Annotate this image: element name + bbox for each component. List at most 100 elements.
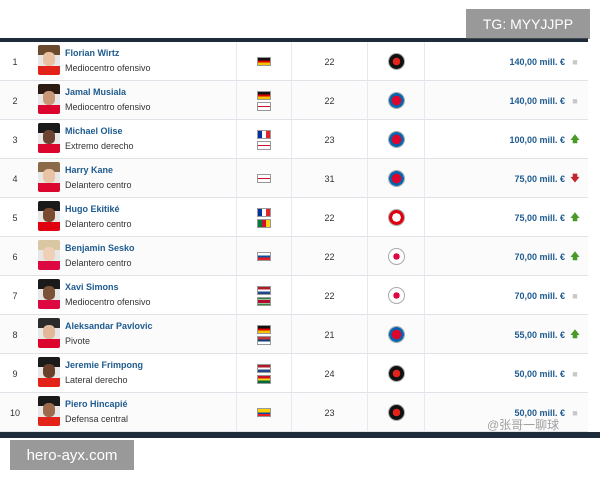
- market-value-cell: 140,00 mill. € ■: [425, 42, 588, 81]
- club-eintracht-frankfurt-icon[interactable]: [387, 209, 405, 226]
- flag-slovenia-icon: [257, 252, 271, 261]
- player-name-link[interactable]: Harry Kane: [65, 165, 113, 175]
- market-value-link[interactable]: 100,00 mill. €: [509, 135, 565, 145]
- flag-germany-icon: [257, 324, 271, 334]
- market-value-cell: 50,00 mill. € ■: [425, 354, 588, 393]
- club-cell: [368, 81, 425, 120]
- site-watermark: hero-ayx.com: [10, 440, 134, 470]
- player-position: Mediocentro ofensivo: [65, 102, 151, 112]
- player-name-link[interactable]: Piero Hincapié: [65, 399, 128, 409]
- club-bayer-leverkusen-icon[interactable]: [387, 404, 405, 421]
- table-row: 4 Harry Kane Delantero centro 31 75,00 m…: [0, 159, 588, 198]
- rank-cell: 8: [12, 329, 18, 340]
- nationality-cell: [237, 393, 292, 432]
- player-photo[interactable]: [38, 318, 60, 348]
- player-photo[interactable]: [38, 123, 60, 153]
- rank-cell: 7: [12, 290, 18, 301]
- player-name-link[interactable]: Jeremie Frimpong: [65, 360, 143, 370]
- market-value-link[interactable]: 50,00 mill. €: [514, 369, 565, 379]
- market-value-link[interactable]: 140,00 mill. €: [509, 57, 565, 67]
- nationality-cell: [237, 198, 292, 237]
- club-bayer-leverkusen-icon[interactable]: [387, 365, 405, 382]
- player-position: Delantero centro: [65, 258, 132, 268]
- player-position: Extremo derecho: [65, 141, 134, 151]
- player-photo[interactable]: [38, 84, 60, 114]
- club-cell: [368, 354, 425, 393]
- market-value-link[interactable]: 75,00 mill. €: [514, 213, 565, 223]
- player-name-link[interactable]: Aleksandar Pavlovic: [65, 321, 153, 331]
- trend-up-icon: 🡅: [570, 250, 580, 261]
- flag-england-icon: [257, 101, 271, 111]
- table-row: 2 Jamal Musiala Mediocentro ofensivo 22 …: [0, 81, 588, 120]
- market-value-link[interactable]: 70,00 mill. €: [514, 252, 565, 262]
- table-row: 7 Xavi Simons Mediocentro ofensivo 22 70…: [0, 276, 588, 315]
- player-photo[interactable]: [38, 396, 60, 426]
- age-cell: 21: [292, 315, 368, 354]
- player-position: Defensa central: [65, 414, 129, 424]
- club-bayern-munich-icon[interactable]: [387, 131, 405, 148]
- rank-cell: 1: [12, 56, 18, 67]
- nationality-cell: [237, 81, 292, 120]
- club-cell: [368, 159, 425, 198]
- table-row: 1 Florian Wirtz Mediocentro ofensivo 22 …: [0, 42, 588, 81]
- player-market-value-table: 1 Florian Wirtz Mediocentro ofensivo 22 …: [0, 42, 588, 432]
- player-photo[interactable]: [38, 240, 60, 270]
- rank-cell: 5: [12, 212, 18, 223]
- flag-england-icon: [257, 174, 271, 183]
- flag-serbia-icon: [257, 335, 271, 345]
- rank-cell: 6: [12, 251, 18, 262]
- trend-up-icon: 🡅: [570, 133, 580, 144]
- player-name-link[interactable]: Florian Wirtz: [65, 48, 119, 58]
- club-bayer-leverkusen-icon[interactable]: [387, 53, 405, 70]
- club-rb-leipzig-icon[interactable]: [387, 248, 405, 265]
- age-cell: 22: [292, 198, 368, 237]
- club-cell: [368, 42, 425, 81]
- market-value-link[interactable]: 70,00 mill. €: [514, 291, 565, 301]
- market-value-table-screenshot: 1 Florian Wirtz Mediocentro ofensivo 22 …: [0, 0, 600, 480]
- flag-cameroon-icon: [257, 218, 271, 228]
- player-cell: Benjamin Sesko Delantero centro: [30, 237, 237, 276]
- club-bayern-munich-icon[interactable]: [387, 326, 405, 343]
- player-photo[interactable]: [38, 45, 60, 75]
- player-name-link[interactable]: Xavi Simons: [65, 282, 119, 292]
- player-name-link[interactable]: Michael Olise: [65, 126, 123, 136]
- nationality-cell: [237, 315, 292, 354]
- market-value-cell: 100,00 mill. € 🡅: [425, 120, 588, 159]
- player-name-link[interactable]: Hugo Ekitiké: [65, 204, 120, 214]
- nationality-cell: [237, 120, 292, 159]
- player-photo[interactable]: [38, 357, 60, 387]
- player-position: Mediocentro ofensivo: [65, 297, 151, 307]
- flag-ecuador-icon: [257, 408, 271, 417]
- age-cell: 24: [292, 354, 368, 393]
- weibo-watermark: @张哥一聊球: [487, 418, 560, 432]
- flag-france-icon: [257, 207, 271, 217]
- player-photo[interactable]: [38, 279, 60, 309]
- club-cell: [368, 315, 425, 354]
- age-cell: 22: [292, 237, 368, 276]
- player-name-link[interactable]: Benjamin Sesko: [65, 243, 135, 253]
- club-cell: [368, 237, 425, 276]
- club-bayern-munich-icon[interactable]: [387, 170, 405, 187]
- player-cell: Hugo Ekitiké Delantero centro: [30, 198, 237, 237]
- table-row: 8 Aleksandar Pavlovic Pivote 21 55,00 mi…: [0, 315, 588, 354]
- market-value-cell: 70,00 mill. € ■: [425, 276, 588, 315]
- club-bayern-munich-icon[interactable]: [387, 92, 405, 109]
- player-photo[interactable]: [38, 201, 60, 231]
- trend-down-icon: 🡇: [570, 172, 580, 183]
- table-row: 5 Hugo Ekitiké Delantero centro 22 75,00…: [0, 198, 588, 237]
- market-value-link[interactable]: 75,00 mill. €: [514, 174, 565, 184]
- market-value-cell: 70,00 mill. € 🡅: [425, 237, 588, 276]
- rank-cell: 9: [12, 368, 18, 379]
- market-value-link[interactable]: 140,00 mill. €: [509, 96, 565, 106]
- market-value-cell: 75,00 mill. € 🡇: [425, 159, 588, 198]
- player-name-link[interactable]: Jamal Musiala: [65, 87, 126, 97]
- table-row: 9 Jeremie Frimpong Lateral derecho 24 50…: [0, 354, 588, 393]
- flag-england-icon: [257, 140, 271, 150]
- age-cell: 22: [292, 81, 368, 120]
- player-cell: Harry Kane Delantero centro: [30, 159, 237, 198]
- player-photo[interactable]: [38, 162, 60, 192]
- market-value-cell: 55,00 mill. € 🡅: [425, 315, 588, 354]
- market-value-link[interactable]: 55,00 mill. €: [514, 330, 565, 340]
- club-rb-leipzig-icon[interactable]: [387, 287, 405, 304]
- trend-flat-icon: ■: [572, 290, 578, 301]
